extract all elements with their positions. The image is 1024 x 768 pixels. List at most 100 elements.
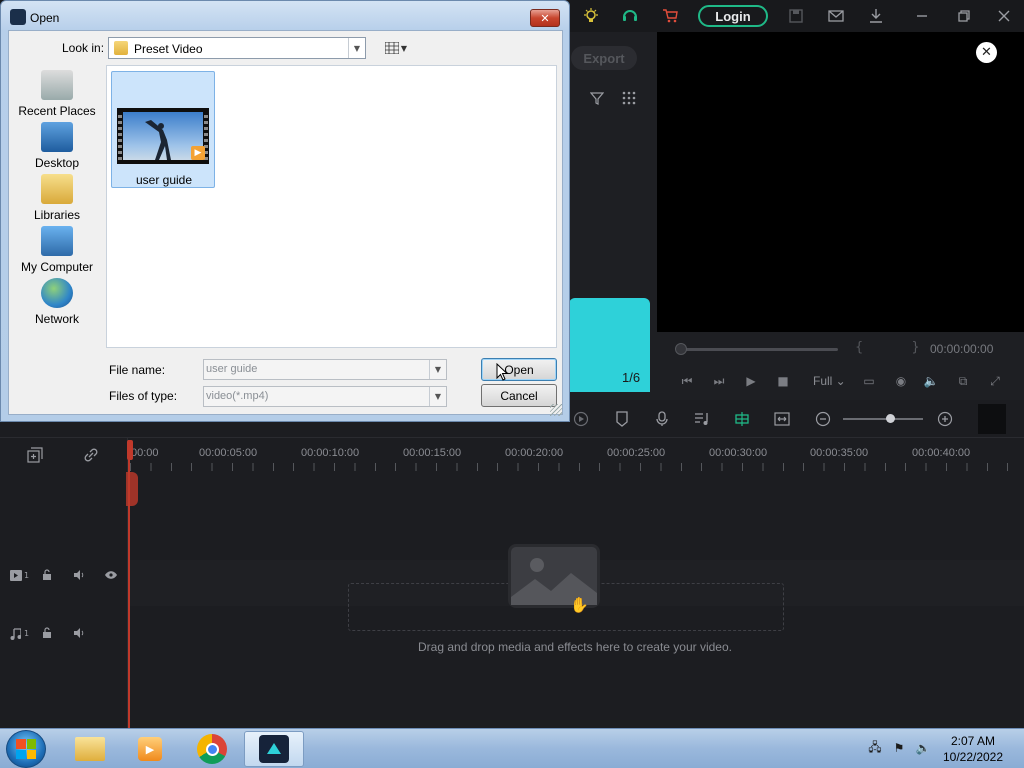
zoom-slider[interactable] (843, 418, 923, 420)
audio-mix-icon[interactable] (691, 408, 713, 430)
step-forward-icon[interactable]: ⏭ (710, 372, 728, 390)
microphone-icon[interactable] (651, 408, 673, 430)
login-button[interactable]: Login (698, 5, 768, 27)
file-name-label: user guide (135, 173, 193, 187)
ruler-label: 00:00:40:00 (912, 447, 971, 459)
hand-cursor-icon: ✋ (570, 596, 589, 614)
mute-icon[interactable] (73, 628, 85, 638)
quality-select[interactable]: Full ⌄ (813, 374, 846, 388)
taskbar-clock[interactable]: 2:07 AM 10/22/2022 (930, 733, 1016, 765)
save-icon[interactable] (786, 6, 806, 26)
play-icon[interactable]: ▶ (742, 372, 760, 390)
quality-value: Full (813, 374, 833, 388)
stop-icon[interactable]: ■ (774, 372, 792, 390)
lock-icon[interactable] (42, 627, 52, 639)
filmora-icon (259, 735, 289, 763)
aspect-icon[interactable]: ⧉ (954, 372, 972, 390)
chevron-down-icon[interactable]: ▼ (348, 38, 365, 58)
taskbar-explorer[interactable] (60, 731, 120, 767)
place-label: Network (34, 312, 79, 326)
eye-icon[interactable] (105, 571, 117, 579)
chrome-icon (197, 734, 227, 764)
zoom-in-icon[interactable] (934, 408, 956, 430)
marker-icon[interactable] (611, 408, 633, 430)
zoom-slider-handle[interactable] (886, 414, 895, 423)
download-icon[interactable] (866, 6, 886, 26)
look-in-label: Look in: (62, 41, 105, 55)
libraries-icon (41, 174, 73, 204)
folder-icon (75, 737, 105, 761)
file-type-select[interactable]: video(*.mp4) ▼ (203, 386, 447, 407)
taskbar-media-player[interactable]: ▶ (120, 731, 180, 767)
ruler-label: 00:00:25:00 (607, 447, 666, 459)
audio-track-header: 1 (0, 618, 128, 654)
cart-icon[interactable] (660, 6, 680, 26)
place-libraries[interactable]: Libraries (14, 174, 100, 222)
look-in-value: Preset Video (134, 42, 203, 56)
media-player-icon: ▶ (138, 737, 162, 761)
restore-icon[interactable] (954, 6, 974, 26)
snapshot-icon[interactable]: ◉ (892, 372, 910, 390)
chevron-down-icon[interactable]: ▼ (429, 360, 446, 379)
cancel-button[interactable]: Cancel (481, 384, 557, 407)
add-track-icon[interactable] (24, 444, 46, 466)
fit-timeline-icon[interactable] (771, 408, 793, 430)
look-in-dropdown[interactable]: Preset Video ▼ (108, 37, 366, 59)
close-window-icon[interactable] (994, 6, 1014, 26)
resize-grip[interactable] (550, 404, 562, 416)
mute-icon[interactable] (73, 570, 85, 580)
taskbar-filmora[interactable] (244, 731, 304, 767)
windows-logo-icon (16, 739, 36, 759)
scrubber-track[interactable] (676, 348, 838, 351)
playhead-handle[interactable] (127, 440, 133, 460)
mark-in-out[interactable]: { } (855, 340, 942, 355)
taskbar-chrome[interactable] (182, 731, 242, 767)
file-type-label: Files of type: (109, 389, 178, 403)
audio-track-number: 1 (24, 629, 30, 638)
place-desktop[interactable]: Desktop (14, 122, 100, 170)
scrubber-handle[interactable] (675, 343, 687, 355)
lightbulb-icon[interactable] (581, 6, 601, 26)
export-button[interactable]: Export (571, 46, 637, 70)
place-network[interactable]: Network (14, 278, 100, 326)
recent-places-icon (41, 70, 73, 100)
view-menu-icon (384, 42, 399, 54)
preview-screen (657, 32, 1024, 332)
render-icon[interactable] (570, 408, 592, 430)
chevron-down-icon[interactable]: ▼ (429, 387, 446, 406)
filter-icon[interactable] (587, 88, 607, 108)
volume-icon[interactable]: 🔈 (922, 372, 940, 390)
place-label: Desktop (34, 156, 80, 170)
file-item[interactable]: ▶ user guide (111, 71, 215, 188)
video-thumbnail: ▶ (117, 108, 209, 164)
view-menu-button[interactable]: ▼ (382, 39, 410, 57)
file-name-field[interactable]: user guide ▼ (203, 359, 447, 380)
place-my-computer[interactable]: My Computer (14, 226, 100, 274)
zoom-out-icon[interactable] (812, 408, 834, 430)
ai-cut-icon[interactable] (731, 408, 753, 430)
lock-icon[interactable] (42, 569, 52, 581)
place-label: Recent Places (18, 104, 96, 118)
place-label: Libraries (33, 208, 81, 222)
network-tray-icon[interactable]: 🖧 (866, 739, 884, 757)
grid-view-icon[interactable] (619, 88, 639, 108)
close-icon[interactable]: ✕ (976, 42, 997, 63)
action-center-icon[interactable]: ⚑ (890, 739, 908, 757)
place-recent-places[interactable]: Recent Places (14, 70, 100, 118)
fullscreen-icon[interactable]: ⤢ (986, 372, 1004, 390)
mail-icon[interactable] (826, 6, 846, 26)
clock-time: 2:07 AM (950, 734, 996, 748)
step-back-icon[interactable]: ⏮ (678, 372, 696, 390)
ruler-label: 00:00:15:00 (403, 447, 462, 459)
open-button[interactable]: Open (481, 358, 557, 381)
link-icon[interactable] (80, 444, 102, 466)
display-icon[interactable]: ▭ (860, 372, 878, 390)
video-track-icon (10, 570, 22, 581)
minimize-icon[interactable] (912, 6, 932, 26)
panel-toggle[interactable] (978, 404, 1006, 434)
place-label: My Computer (20, 260, 94, 274)
app-icon (10, 9, 26, 25)
computer-icon (41, 226, 73, 256)
headset-support-icon[interactable] (620, 6, 640, 26)
dialog-close-button[interactable]: ✕ (530, 9, 560, 27)
